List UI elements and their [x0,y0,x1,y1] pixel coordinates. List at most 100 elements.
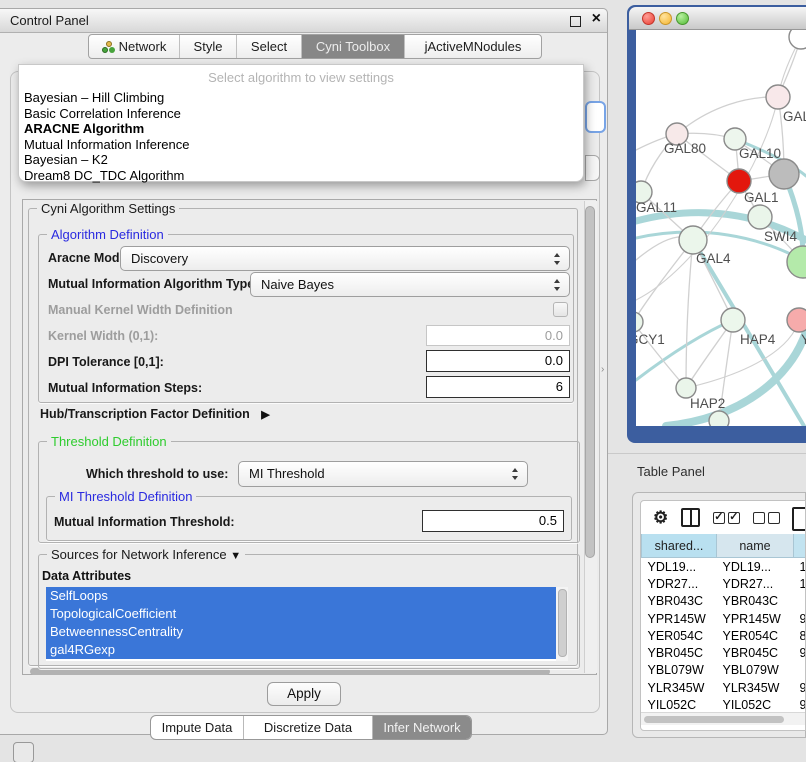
bottom-tab-discretize-data[interactable]: Discretize Data [244,716,373,739]
split-view-icon[interactable] [681,508,700,527]
settings-horizontal-scrollbar-thumb[interactable] [30,668,550,675]
manual-kernel-checkbox[interactable] [553,302,568,317]
attribute-item[interactable]: TopologicalCoefficient [46,605,556,623]
gear-icon[interactable]: ⚙ [653,509,668,526]
mi-type-combo[interactable]: Naive Bayes [250,272,570,297]
network-edge[interactable] [686,240,693,388]
table-horizontal-scrollbar[interactable] [641,712,805,725]
dropdown-item[interactable]: Bayesian – K2 [19,152,583,168]
table-row[interactable]: YDL19...YDL19...13 [642,558,806,576]
manual-kernel-label: Manual Kernel Width Definition [48,303,233,317]
table-row[interactable]: YPR145WYPR145W9. [642,610,806,627]
node-gal4[interactable] [679,226,707,254]
algorithm-dropdown-placeholder: Select algorithm to view settings [19,65,583,90]
hidden-button-fragment [585,155,600,181]
node-swi4[interactable] [748,205,772,229]
mi-type-label: Mutual Information Algorithm Type: [48,277,258,291]
node-table[interactable]: shared...name YDL19...YDL19...13YDR27...… [641,534,805,710]
bottom-tab-impute-data[interactable]: Impute Data [151,716,244,739]
tab-network[interactable]: Network [89,35,180,58]
hub-definition-toggle[interactable]: Hub/Transcription Factor Definition ▶ [40,407,270,421]
mi-threshold-definition-title: MI Threshold Definition [55,489,196,504]
deselect-all-icon[interactable] [753,512,780,524]
network-edge-highlighted[interactable] [636,320,733,380]
mi-type-value: Naive Bayes [261,277,334,292]
tab-jactivemnodules[interactable]: jActiveMNodules [405,35,541,58]
node-green-right[interactable] [787,246,806,278]
table-row[interactable]: YDR27...YDR27...12 [642,575,806,592]
table-row[interactable]: YBL079WYBL079W [642,662,806,679]
kernel-width-field[interactable]: 0.0 [426,325,570,346]
network-edge[interactable] [677,97,778,134]
sources-title[interactable]: Sources for Network Inference ▼ [47,547,245,562]
dpi-tolerance-field[interactable]: 0.0 [426,350,570,372]
node-hap4-label: HAP4 [740,332,776,347]
table-panel-title: Table Panel [637,464,705,479]
node-gray[interactable] [769,159,799,189]
node-gal[interactable] [766,85,790,109]
zoom-traffic-light-icon[interactable] [676,12,689,25]
control-panel-title: Control Panel [10,13,89,28]
column-header[interactable]: name [717,534,794,558]
column-header[interactable]: shared... [642,534,717,558]
select-all-icon[interactable] [713,512,740,524]
network-window-titlebar [629,7,806,30]
mi-threshold-field[interactable]: 0.5 [422,510,564,532]
dropdown-item[interactable]: Dream8 DC_TDC Algorithm [19,168,583,184]
close-traffic-light-icon[interactable] [642,12,655,25]
dpi-tolerance-label: DPI Tolerance [0,1]: [48,355,164,369]
settings-vertical-scrollbar-thumb[interactable] [585,206,595,558]
node-gcy1[interactable] [636,312,643,332]
network-view-window: GALGAL80GAL10GAL1GAL11SWI4GAL4GCY1HAP4YH… [627,5,806,443]
network-tab-icon [102,41,115,53]
document-icon[interactable] [792,507,806,531]
table-row[interactable]: YLR345WYLR345W9. [642,679,806,696]
node-hap2[interactable] [676,378,696,398]
data-attributes-list[interactable]: SelfLoopsTopologicalCoefficientBetweenne… [46,587,568,661]
node-swi4-label: SWI4 [764,229,797,244]
node-gal10-label: GAL10 [739,146,781,161]
attribute-item[interactable]: BetweennessCentrality [46,623,556,641]
table-row[interactable]: YER054CYER054C8. [642,627,806,644]
table-toolbar: ⚙ [641,501,805,534]
node-salmon[interactable] [787,308,806,332]
node-bottom[interactable] [709,411,729,426]
close-icon[interactable]: × [592,10,601,28]
node-hap4[interactable] [721,308,745,332]
dropdown-item[interactable]: Bayesian – Hill Climbing [19,90,583,106]
dropdown-item[interactable]: ARACNE Algorithm [19,121,583,137]
mi-steps-field[interactable]: 6 [426,376,570,398]
minimized-panel-icon[interactable] [13,742,34,762]
tab-style[interactable]: Style [180,35,237,58]
network-canvas[interactable]: GALGAL80GAL10GAL1GAL11SWI4GAL4GCY1HAP4YH… [636,30,806,426]
attributes-scrollbar[interactable] [556,587,568,661]
network-graph: GALGAL80GAL10GAL1GAL11SWI4GAL4GCY1HAP4YH… [636,30,806,426]
float-window-icon[interactable] [570,16,581,27]
combo-arrows-icon [511,468,520,480]
table-row[interactable]: YIL052CYIL052C9. [642,696,806,710]
aracne-mode-label: Aracne Mode: [48,251,131,265]
node-top[interactable] [789,30,806,49]
tab-cyni-toolbox[interactable]: Cyni Toolbox [302,35,405,58]
table-row[interactable]: YBR045CYBR045C9. [642,644,806,661]
combo-arrows-icon [553,253,562,265]
panel-resize-chevron-icon[interactable]: › [601,364,604,375]
dropdown-item[interactable]: Basic Correlation Inference [19,106,583,122]
column-header[interactable] [794,534,806,558]
table-horizontal-scrollbar-thumb[interactable] [644,716,784,723]
aracne-mode-combo[interactable]: Discovery [120,246,570,271]
dropdown-item[interactable]: Mutual Information Inference [19,137,583,153]
apply-button[interactable]: Apply [267,682,341,706]
bottom-tab-infer-network[interactable]: Infer Network [373,716,471,739]
which-threshold-combo[interactable]: MI Threshold [238,461,528,487]
tab-select[interactable]: Select [237,35,302,58]
attributes-scrollbar-thumb[interactable] [558,589,567,657]
attribute-item[interactable]: gal4RGexp [46,641,556,659]
node-gal-label: GAL [783,109,806,124]
algorithm-dropdown-list: Bayesian – Hill ClimbingBasic Correlatio… [19,90,583,183]
attribute-item[interactable]: SelfLoops [46,587,556,605]
which-threshold-label: Which threshold to use: [86,467,228,481]
minimize-traffic-light-icon[interactable] [659,12,672,25]
table-row[interactable]: YBR043CYBR043C [642,593,806,610]
aracne-mode-value: Discovery [131,251,188,266]
